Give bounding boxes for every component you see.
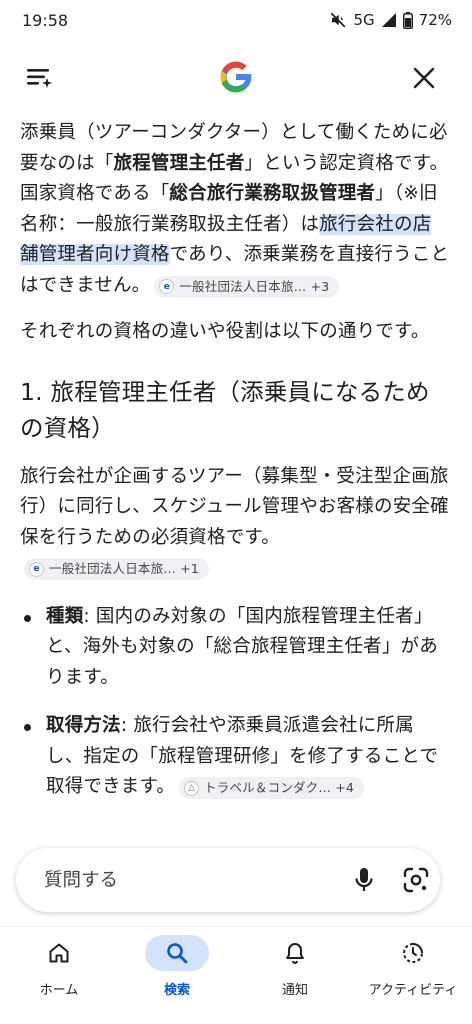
list-item: 種類: 国内のみ対象の「国内旅程管理主任者」と、海外も対象の「総合旅程管理主任者…	[20, 602, 450, 694]
list-item: 取得方法: 旅行会社や添乗員派遣会社に所属し、指定の「旅程管理研修」を修了するこ…	[20, 711, 450, 803]
close-button[interactable]	[408, 62, 440, 94]
bullet-label: 種類	[46, 605, 84, 627]
source-chip-label: 一般社団法人日本旅… +3	[179, 278, 330, 294]
source-chip[interactable]: e 一般社団法人日本旅… +3	[154, 275, 340, 298]
menu-button[interactable]	[22, 62, 56, 92]
source-chip-label: 一般社団法人日本旅… +1	[49, 561, 200, 576]
mic-button[interactable]	[348, 864, 380, 896]
battery-level: 72%	[418, 11, 452, 29]
signal-icon	[381, 12, 397, 28]
nav-icon-container	[263, 935, 327, 971]
top-bar	[0, 52, 472, 102]
battery-icon	[402, 11, 413, 29]
section-heading: 1. 旅程管理主任者（添乗員になるための資格）	[20, 377, 430, 442]
search-icon	[167, 943, 188, 964]
nav-label: 検索	[163, 983, 190, 998]
bold-term: 総合旅行業務取扱管理者	[169, 183, 376, 204]
bold-term: 旅程管理主任者	[113, 152, 245, 174]
close-icon	[413, 67, 435, 89]
network-type: 5G	[353, 11, 375, 29]
nav-item-activity[interactable]: アクティビティ	[354, 933, 472, 1009]
menu-sparkle-icon	[27, 69, 52, 88]
nav-icon-container	[145, 935, 209, 971]
source-favicon-icon: △	[184, 780, 200, 796]
nav-item-search[interactable]: 検索	[118, 933, 236, 1009]
status-bar: 19:58 5G 72%	[0, 0, 472, 40]
bullet-list: 種類: 国内のみ対象の「国内旅程管理主任者」と、海外も対象の「総合旅程管理主任者…	[20, 602, 450, 803]
source-chip-label: トラベル＆コンダク… +4	[204, 780, 355, 795]
lens-button[interactable]	[400, 864, 432, 896]
answer-paragraph-2: それぞれの資格の違いや役割は以下の通りです。	[20, 321, 430, 342]
nav-label: 通知	[281, 983, 308, 998]
home-icon	[49, 943, 69, 963]
nav-item-notifications[interactable]: 通知	[236, 933, 354, 1009]
source-favicon-icon: e	[159, 279, 175, 294]
answer-paragraph-3: 旅行会社が企画するツアー（募集型・受注型企画旅行）に同行し、スケジュール管理やお…	[20, 462, 450, 584]
ask-input[interactable]	[44, 868, 304, 892]
bell-icon	[286, 943, 304, 964]
text-span: 旅行会社が企画するツアー（募集型・受注型企画旅行）に同行し、スケジュール管理やお…	[20, 465, 449, 548]
status-icons: 5G 72%	[329, 11, 452, 29]
source-chip[interactable]: e 一般社団法人日本旅… +1	[24, 558, 210, 580]
camera-lens-icon	[403, 867, 429, 893]
source-favicon-icon: e	[29, 561, 44, 577]
google-logo	[216, 57, 256, 97]
bullet-text: : 国内のみ対象の「国内旅程管理主任者」と、海外も対象の「総合旅程管理主任者」が…	[46, 605, 438, 688]
nav-icon-container	[381, 935, 445, 971]
bottom-navigation: ホーム 検索 通知 アクティビティ	[0, 926, 472, 1024]
nav-icon-container	[27, 935, 91, 971]
nav-label: アクティビティ	[368, 983, 458, 998]
activity-icon	[403, 943, 423, 963]
answer-paragraph-1: 添乗員（ツアーコンダクター）として働くために必要なのは「旅程管理主任者」という認…	[20, 118, 450, 301]
bullet-label: 取得方法	[46, 715, 121, 736]
ai-answer-content: 添乗員（ツアーコンダクター）として働くために必要なのは「旅程管理主任者」という認…	[20, 118, 450, 838]
source-chip[interactable]: △ トラベル＆コンダク… +4	[179, 777, 365, 799]
nav-label: ホーム	[39, 983, 79, 998]
mic-icon	[355, 868, 373, 891]
mute-icon	[329, 11, 347, 29]
status-time: 19:58	[22, 10, 69, 30]
ask-bar	[16, 848, 440, 912]
nav-item-home[interactable]: ホーム	[0, 933, 118, 1009]
